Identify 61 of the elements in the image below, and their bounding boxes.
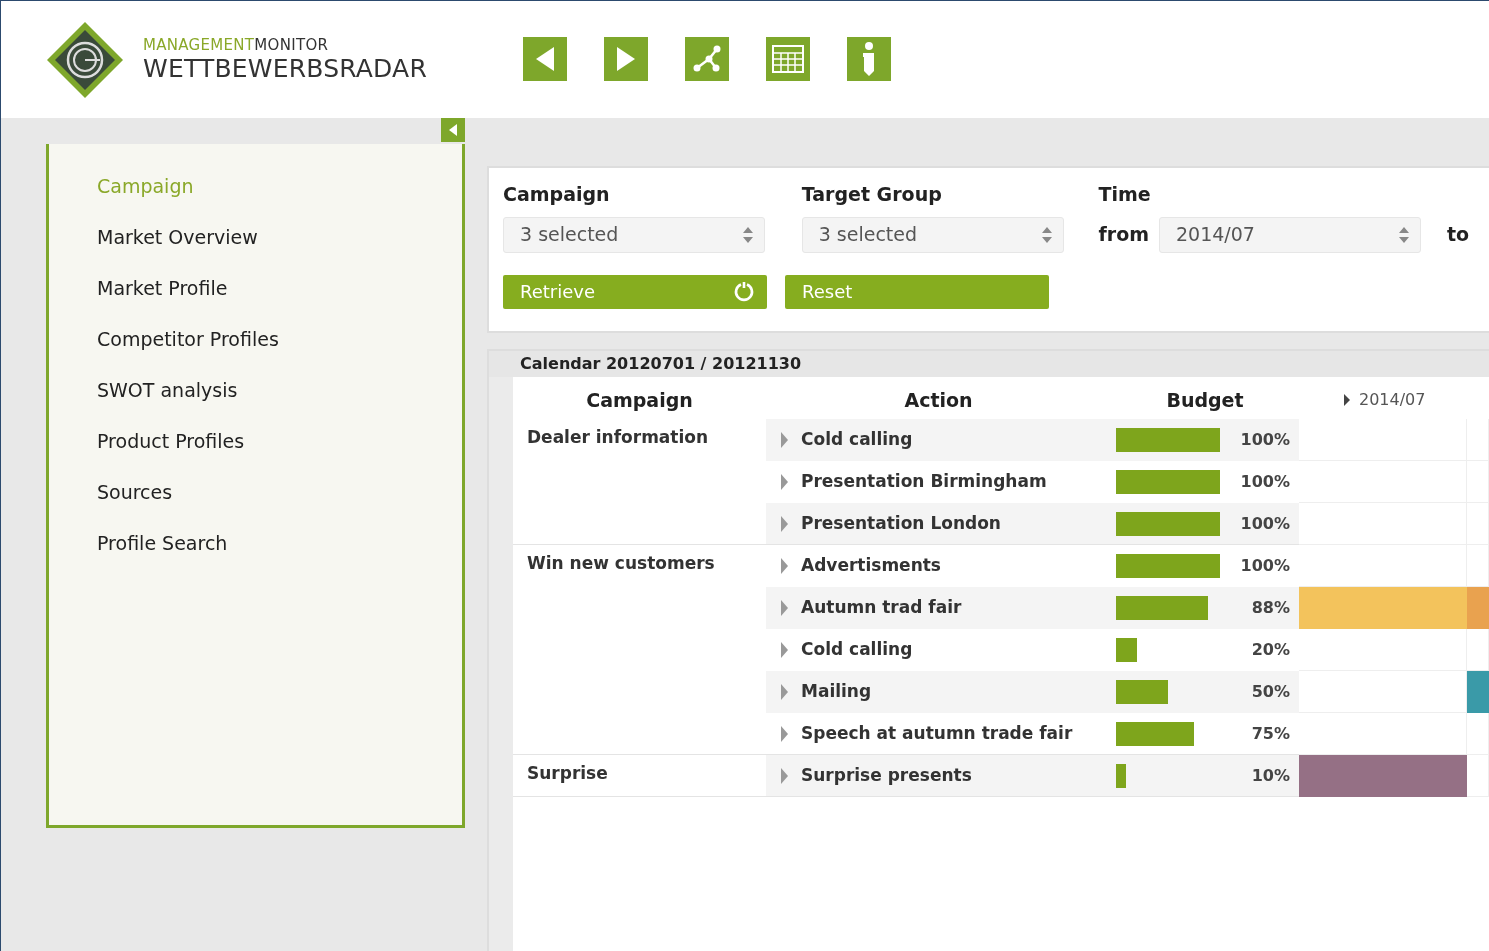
column-header: Action [903,387,974,413]
sidebar-item[interactable]: SWOT analysis [97,378,462,402]
budget-bar [1116,763,1127,788]
refresh-icon [733,280,755,303]
sidebar-item[interactable]: Product Profiles [97,429,462,453]
budget-value: 75% [1250,722,1290,745]
month-label: 2014/07 [1359,389,1426,411]
expand-icon[interactable] [1343,393,1351,407]
budget-value: 50% [1250,681,1290,703]
budget-value: 10% [1250,764,1290,787]
spinner-icon [1040,225,1053,244]
spinner-icon [1398,225,1410,244]
from-label: from [1098,222,1149,248]
action-name: Presentation Birmingham [801,470,1047,494]
back-button[interactable] [523,37,567,81]
action-name: Cold calling [801,638,913,662]
select-field[interactable]: 3 selected [503,216,765,253]
budget-bar [1116,638,1137,662]
field-label: Time [1098,182,1152,207]
to-label: to [1447,222,1470,248]
product-name: WETTBEWERBSRADAR [143,56,427,81]
budget-value: 100% [1239,512,1290,535]
action-name: Autumn trad fair [801,596,962,620]
forward-button[interactable] [604,37,648,81]
calendar-title: Calendar 20120701 / 20121130 [489,351,1489,377]
share-icon [692,44,722,74]
table-icon [772,45,804,73]
field-label: Target Group [801,182,943,207]
column-header: Budget [1165,387,1245,413]
share-button[interactable] [685,37,729,81]
action-name: Presentation London [801,511,1001,535]
info-button[interactable] [847,37,891,81]
sidebar-item[interactable]: Market Profile [97,276,462,300]
action-name: Cold calling [801,428,913,452]
column-header: Campaign [585,387,694,413]
select-field[interactable]: 3 selected [801,216,1064,253]
collapse-icon [448,123,458,137]
brand-name: MANAGEMENTMONITOR [143,38,330,53]
sidebar-item[interactable]: Profile Search [97,531,462,555]
back-icon [534,46,556,72]
budget-value: 100% [1239,429,1290,451]
collapse-button[interactable] [441,118,465,142]
budget-value: 20% [1250,639,1290,661]
info-icon [861,41,877,77]
sidebar-item[interactable]: Market Overview [97,225,462,249]
budget-bar [1116,680,1168,704]
table-button[interactable] [766,37,810,81]
sidebar-item[interactable]: Competitor Profiles [97,327,462,351]
sidebar-item[interactable]: Sources [97,480,462,504]
select-field[interactable]: 2014/07 [1159,216,1421,253]
forward-icon [615,46,637,72]
action-name: Speech at autumn trade fair [801,721,1073,745]
budget-value: 100% [1239,555,1290,577]
budget-value: 100% [1239,471,1290,493]
field-label: Campaign [503,182,611,207]
action-name: Surprise presents [801,763,972,787]
action-name: Advertisments [801,554,941,578]
action-name: Mailing [801,680,872,704]
spinner-icon [742,225,754,244]
logo-icon [45,19,125,100]
budget-value: 88% [1250,597,1290,619]
